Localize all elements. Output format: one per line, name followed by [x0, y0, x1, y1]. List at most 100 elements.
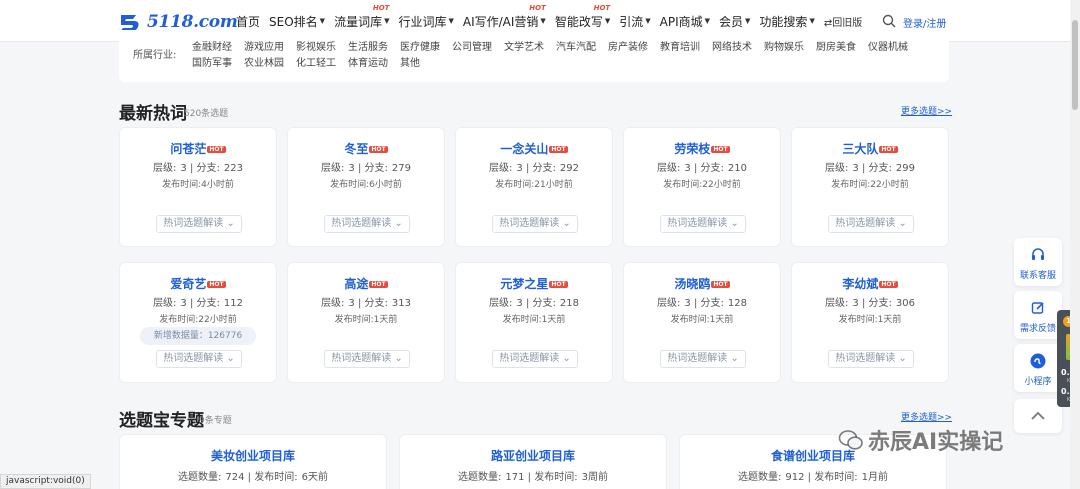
nav-item[interactable]: 首页	[236, 13, 260, 30]
industry-option[interactable]: 厨房美食	[816, 38, 856, 53]
industry-option[interactable]: 其他	[400, 54, 420, 69]
hot-word-name[interactable]: 元梦之星 HOT	[456, 275, 612, 292]
search-icon[interactable]	[882, 14, 896, 28]
scrollbar-thumb[interactable]	[1072, 20, 1078, 110]
hot-word-name[interactable]: 李幼斌 HOT	[792, 275, 948, 292]
hot-word-meta: 层级: 3 | 分支: 279	[288, 159, 444, 174]
chevron-down-icon: ⌄	[727, 353, 739, 364]
feedback-button[interactable]: 需求反馈	[1014, 291, 1062, 339]
industry-option[interactable]: 体育运动	[348, 54, 388, 69]
topics-more-link[interactable]: 更多选题>>	[901, 410, 952, 423]
industry-option[interactable]: 生活服务	[348, 38, 388, 53]
topic-interpret-button[interactable]: 热词选题解读 ⌄	[660, 350, 746, 368]
nav-item[interactable]: 行业词库 ▼	[398, 13, 453, 30]
nav-item[interactable]: AI写作/AI营销 ▼ HOT	[463, 4, 546, 30]
time-value: 1天前	[709, 315, 734, 325]
login-register-link[interactable]: 登录/注册	[903, 15, 946, 30]
branch-value: 128	[727, 298, 747, 309]
topic-interpret-button[interactable]: 热词选题解读 ⌄	[324, 215, 410, 233]
meta-separator: |	[522, 163, 533, 174]
time-value: 1天前	[373, 315, 398, 325]
back-old-version-link[interactable]: ⇄回旧版	[824, 14, 862, 29]
industry-option[interactable]: 网络技术	[712, 38, 752, 53]
time-label: 发布时间:	[334, 315, 374, 325]
hot-word-meta: 层级: 3 | 分支: 292	[456, 159, 612, 174]
topic-card[interactable]: 路亚创业项目库 选题数量: 171 | 发布时间: 3周前	[399, 434, 667, 489]
page-scrollbar[interactable]	[1070, 0, 1080, 489]
hot-word-card: 汤晓鸥 HOT 层级: 3 | 分支: 128 发布时间:1天前 热词选题解读 ⌄	[623, 262, 781, 383]
industry-option[interactable]: 化工轻工	[296, 54, 336, 69]
branch-label: 分支:	[196, 298, 220, 309]
nav-item[interactable]: 功能搜索 ▼	[759, 13, 814, 30]
back-to-top-button[interactable]	[1014, 399, 1062, 433]
hot-word-meta: 层级: 3 | 分支: 313	[288, 294, 444, 309]
meta-separator: |	[186, 163, 197, 174]
hot-word-name[interactable]: 一念关山 HOT	[456, 140, 612, 157]
industry-option[interactable]: 医疗健康	[400, 38, 440, 53]
topic-interpret-button[interactable]: 热词选题解读 ⌄	[660, 215, 746, 233]
hot-badge: HOT	[711, 281, 730, 288]
topic-card[interactable]: 美妆创业项目库 选题数量: 724 | 发布时间: 6天前	[119, 434, 387, 489]
mini-program-button[interactable]: 小程序	[1014, 344, 1062, 392]
hot-word-text: 元梦之星	[500, 277, 549, 291]
time-label: 发布时间:	[159, 315, 199, 325]
industry-option[interactable]: 文学艺术	[504, 38, 544, 53]
publish-time: 发布时间:1天前	[456, 312, 612, 325]
topic-interpret-button[interactable]: 热词选题解读 ⌄	[492, 350, 578, 368]
hot-word-name[interactable]: 劳荣枝 HOT	[624, 140, 780, 157]
logo-text: 5118.com	[147, 12, 238, 32]
topic-interpret-button[interactable]: 热词选题解读 ⌄	[828, 350, 914, 368]
meta-separator: |	[690, 298, 701, 309]
time-value: 21小时前	[534, 180, 573, 190]
topic-interpret-button[interactable]: 热词选题解读 ⌄	[156, 350, 242, 368]
nav-item[interactable]: 智能改写 ▼ HOT	[555, 4, 610, 30]
nav-item[interactable]: 会员 ▼	[719, 13, 750, 30]
nav-item[interactable]: 引流 ▼	[619, 13, 650, 30]
industry-option[interactable]: 教育培训	[660, 38, 700, 53]
topic-name[interactable]: 路亚创业项目库	[400, 447, 666, 464]
industry-option[interactable]: 游戏应用	[244, 38, 284, 53]
hot-word-name[interactable]: 三大队 HOT	[792, 140, 948, 157]
contact-service-button[interactable]: 联系客服	[1014, 238, 1062, 286]
topic-interpret-button[interactable]: 热词选题解读 ⌄	[324, 350, 410, 368]
topic-name[interactable]: 美妆创业项目库	[120, 447, 386, 464]
level-label: 层级:	[825, 298, 849, 309]
time-label: 发布时间:	[502, 315, 542, 325]
hot-word-name[interactable]: 高途 HOT	[288, 275, 444, 292]
level-label: 层级:	[825, 163, 849, 174]
nav-item[interactable]: SEO排名 ▼	[269, 13, 325, 30]
caret-down-icon: ▼	[745, 17, 751, 25]
topic-interpret-button[interactable]: 热词选题解读 ⌄	[156, 215, 242, 233]
industry-option[interactable]: 国防军事	[192, 54, 232, 69]
hot-words-more-link[interactable]: 更多选题>>	[901, 104, 952, 117]
industry-option[interactable]: 房产装修	[608, 38, 648, 53]
industry-option[interactable]: 金融财经	[192, 38, 232, 53]
hot-word-card: 爱奇艺 HOT 层级: 3 | 分支: 112 发布时间:22小时前 新增数据量：12677…	[119, 262, 277, 383]
topic-interpret-button[interactable]: 热词选题解读 ⌄	[492, 215, 578, 233]
nav-item[interactable]: 流量词库 ▼ HOT	[334, 4, 389, 30]
hot-word-meta: 层级: 3 | 分支: 128	[624, 294, 780, 309]
hot-word-name[interactable]: 爱奇艺 HOT	[120, 275, 276, 292]
topic-interpret-button[interactable]: 热词选题解读 ⌄	[828, 215, 914, 233]
hot-word-meta: 层级: 3 | 分支: 299	[792, 159, 948, 174]
hot-badge: HOT	[369, 146, 388, 153]
button-label: 热词选题解读	[667, 218, 728, 229]
hot-badge: HOT	[549, 281, 568, 288]
hot-word-text: 问苍茫	[170, 142, 207, 156]
industry-option[interactable]: 公司管理	[452, 38, 492, 53]
hot-word-name[interactable]: 汤晓鸥 HOT	[624, 275, 780, 292]
hot-word-name[interactable]: 问苍茫 HOT	[120, 140, 276, 157]
button-label: 热词选题解读	[835, 353, 896, 364]
edit-feedback-icon	[1031, 302, 1044, 314]
industry-option[interactable]: 影视娱乐	[296, 38, 336, 53]
industry-option[interactable]: 仪器机械	[868, 38, 908, 53]
industry-option[interactable]: 购物娱乐	[764, 38, 804, 53]
hot-word-name[interactable]: 冬至 HOT	[288, 140, 444, 157]
hot-word-text: 三大队	[842, 142, 879, 156]
nav-item[interactable]: API商城 ▼	[660, 13, 710, 30]
meta-separator: |	[354, 163, 365, 174]
chevron-down-icon: ⌄	[559, 353, 571, 364]
industry-row-2: 国防军事 农业林园 化工轻工 体育运动 其他	[192, 54, 432, 69]
industry-option[interactable]: 汽车汽配	[556, 38, 596, 53]
industry-option[interactable]: 农业林园	[244, 54, 284, 69]
